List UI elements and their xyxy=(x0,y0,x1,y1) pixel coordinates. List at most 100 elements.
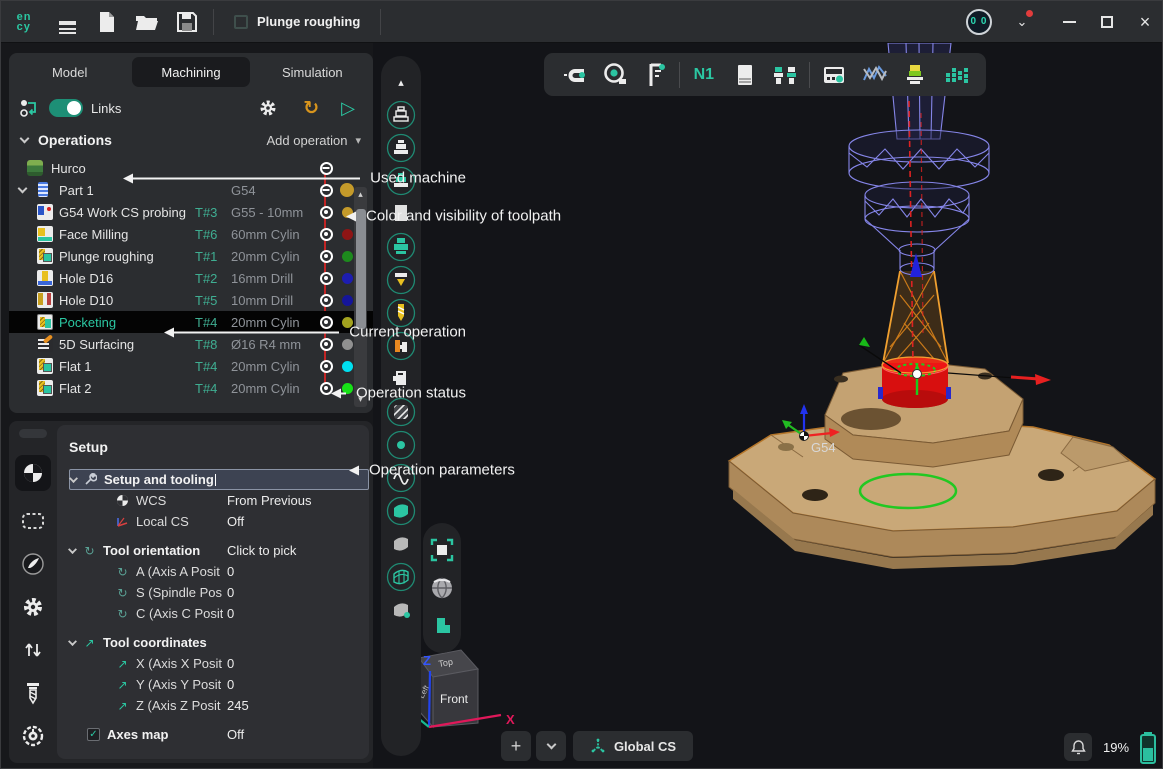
save-button[interactable] xyxy=(167,6,207,38)
rail-item-wcs-selected[interactable] xyxy=(15,455,51,491)
toolpath-color-dot[interactable] xyxy=(342,229,353,240)
param-group-tool-coordinates[interactable]: ↗ Tool coordinates xyxy=(69,632,359,653)
toolpath-color-dot[interactable] xyxy=(342,251,353,262)
show-part-button[interactable] xyxy=(386,334,416,358)
param-value[interactable]: Click to pick xyxy=(227,543,296,558)
param-value[interactable]: 0 xyxy=(227,677,234,692)
cube-front-label[interactable]: Front xyxy=(440,692,469,706)
nc-code-button[interactable]: N1 xyxy=(687,58,721,92)
orbit-view-button[interactable] xyxy=(427,576,457,600)
show-tool-assembly-button[interactable] xyxy=(386,235,416,259)
param-group-setup-tooling[interactable]: Setup and tooling xyxy=(69,469,369,490)
operation-row[interactable]: Flat 1 T#4 20mm Cylin xyxy=(9,355,373,377)
operation-row[interactable]: Hole D10 T#5 10mm Drill xyxy=(9,289,373,311)
operation-row[interactable]: Plunge roughing T#1 20mm Cylin xyxy=(9,245,373,267)
show-points-button[interactable] xyxy=(386,433,416,457)
collapse-chevron-icon[interactable] xyxy=(68,637,77,646)
notifications-dropdown[interactable]: ⌄ xyxy=(1010,13,1034,31)
statistics-button[interactable] xyxy=(939,58,973,92)
operation-status-toggle[interactable] xyxy=(320,206,333,219)
toolpath-color-dot[interactable] xyxy=(342,383,353,394)
show-surfaces-button[interactable] xyxy=(386,499,416,523)
tool-compare-button[interactable] xyxy=(768,58,802,92)
snap-button[interactable] xyxy=(557,58,591,92)
regenerate-button[interactable]: ↻ xyxy=(303,97,319,120)
operation-status-toggle[interactable] xyxy=(320,294,333,307)
param-row-spindle[interactable]: ↻ S (Spindle Pos 0 xyxy=(69,582,359,603)
report-button[interactable] xyxy=(728,58,762,92)
toolpath-color-dot[interactable] xyxy=(342,339,353,350)
part-row[interactable]: Part 1 G54 xyxy=(9,179,373,201)
run-button[interactable]: ▷ xyxy=(341,98,355,119)
section-view-button[interactable] xyxy=(427,615,457,639)
show-solids-button[interactable] xyxy=(386,598,416,622)
rail-item-settings[interactable] xyxy=(20,594,46,620)
param-value[interactable]: 0 xyxy=(227,585,234,600)
scroll-down-icon[interactable]: ▾ xyxy=(354,394,367,405)
rail-item-tool[interactable] xyxy=(20,680,46,706)
operation-visibility-toggle[interactable] xyxy=(320,184,333,197)
param-value[interactable]: 0 xyxy=(227,564,234,579)
caliper-button[interactable] xyxy=(638,58,672,92)
toolpath-color-dot[interactable] xyxy=(342,295,353,306)
measure-button[interactable] xyxy=(598,58,632,92)
machine-visibility-toggle[interactable] xyxy=(320,162,333,175)
open-file-button[interactable] xyxy=(127,6,167,38)
machine-row[interactable]: Hurco xyxy=(9,157,373,179)
show-faces-button[interactable] xyxy=(386,532,416,556)
toolpath-color-dot[interactable] xyxy=(342,273,353,284)
notifications-button[interactable] xyxy=(1064,733,1092,761)
show-mesh-button[interactable] xyxy=(386,565,416,589)
maximize-button[interactable] xyxy=(1088,6,1126,38)
tool-load-heatmap-button[interactable] xyxy=(898,58,932,92)
tab-simulation[interactable]: Simulation xyxy=(254,57,371,87)
toolbar-scroll-up[interactable]: ▴ xyxy=(386,70,416,94)
settings-gear-button[interactable] xyxy=(255,95,281,121)
collapse-chevron-icon[interactable] xyxy=(17,184,27,194)
show-fixture-button[interactable] xyxy=(386,367,416,391)
toolpath-color-dot[interactable] xyxy=(342,207,353,218)
scroll-up-icon[interactable]: ▴ xyxy=(354,189,367,200)
operation-row[interactable]: Flat 2 T#4 20mm Cylin xyxy=(9,377,373,399)
show-machine-head-button[interactable] xyxy=(386,169,416,193)
param-row-axes-map[interactable]: ✓ Axes map Off xyxy=(69,724,359,745)
param-value[interactable]: 0 xyxy=(227,606,234,621)
document-tab[interactable]: Plunge roughing xyxy=(220,1,374,43)
param-row-axis-y[interactable]: ↗ Y (Axis Y Posit 0 xyxy=(69,674,359,695)
tab-model[interactable]: Model xyxy=(11,57,128,87)
param-row-axis-a[interactable]: ↻ A (Axis A Posit 0 xyxy=(69,561,359,582)
cs-dropdown-button[interactable] xyxy=(536,731,566,761)
operation-row[interactable]: Hole D16 T#2 16mm Drill xyxy=(9,267,373,289)
rail-item-feeds[interactable] xyxy=(20,723,46,749)
operation-row[interactable]: 5D Surfacing T#8 Ø16 R4 mm xyxy=(9,333,373,355)
operation-status-toggle[interactable] xyxy=(320,338,333,351)
show-stock-button[interactable] xyxy=(386,202,416,226)
show-hatching-button[interactable] xyxy=(386,400,416,424)
analysis-graph-button[interactable] xyxy=(858,58,892,92)
toolpath-color-dot[interactable] xyxy=(340,183,354,197)
fit-view-button[interactable] xyxy=(427,538,457,562)
collapse-chevron-icon[interactable] xyxy=(68,545,77,554)
operation-row[interactable]: G54 Work CS probing T#3 G55 - 10mm xyxy=(9,201,373,223)
tab-machining[interactable]: Machining xyxy=(132,57,249,87)
hamburger-menu-button[interactable] xyxy=(47,6,87,38)
param-row-wcs[interactable]: WCS From Previous xyxy=(69,490,359,511)
param-value[interactable]: Off xyxy=(227,514,244,529)
toolpath-color-dot[interactable] xyxy=(342,317,353,328)
operation-status-toggle[interactable] xyxy=(320,316,333,329)
assistant-avatar[interactable]: 0 0 xyxy=(966,9,992,35)
calculator-button[interactable] xyxy=(817,58,851,92)
global-cs-button[interactable]: Global CS xyxy=(573,731,693,761)
param-value[interactable]: Off xyxy=(227,727,244,742)
show-holder-outline-button[interactable] xyxy=(386,103,416,127)
close-button[interactable]: × xyxy=(1126,6,1163,38)
add-operation-button[interactable]: Add operation▾ xyxy=(267,133,361,148)
tree-scrollbar[interactable]: ▴ ▾ xyxy=(354,187,367,407)
rail-item-stock[interactable] xyxy=(20,508,46,534)
operation-row[interactable]: Face Milling T#6 60mm Cylin xyxy=(9,223,373,245)
new-file-button[interactable] xyxy=(87,6,127,38)
param-group-tool-orientation[interactable]: ↻ Tool orientation Click to pick xyxy=(69,540,359,561)
rail-item-strategy[interactable] xyxy=(20,551,46,577)
operation-status-toggle[interactable] xyxy=(320,228,333,241)
operation-status-toggle[interactable] xyxy=(320,360,333,373)
